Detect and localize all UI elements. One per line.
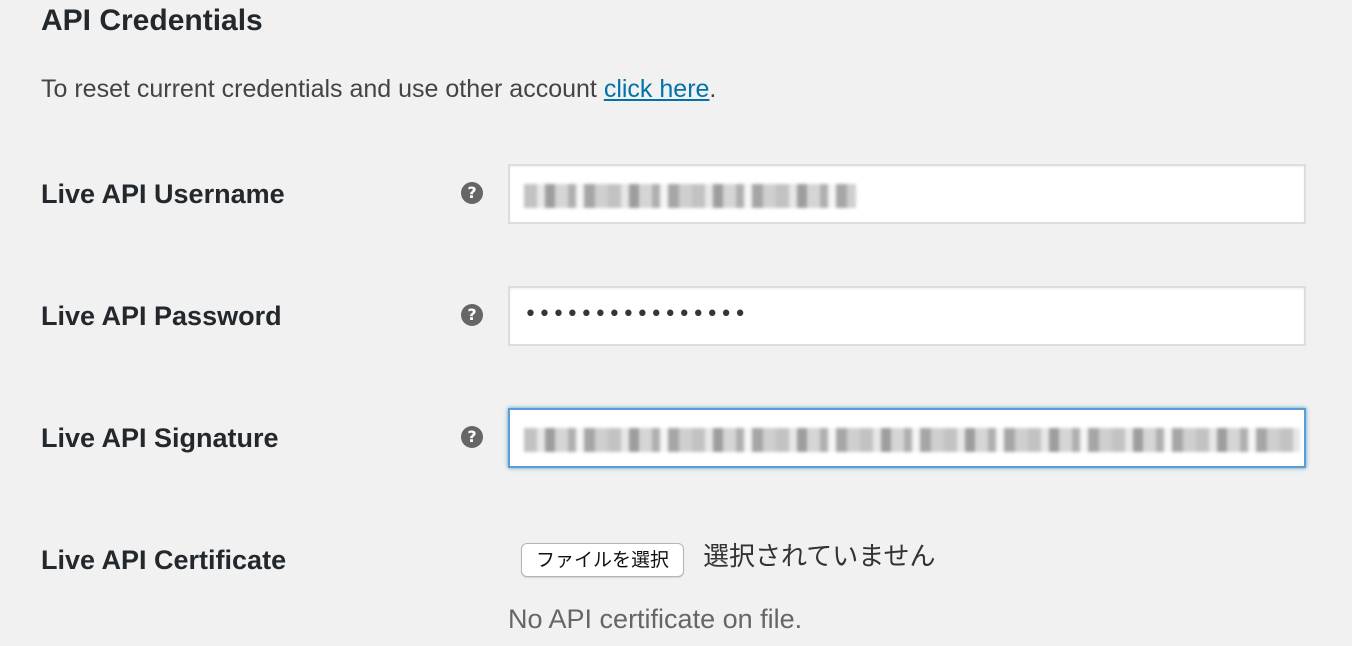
description-prefix: To reset current credentials and use oth…: [41, 75, 604, 103]
certificate-note: No API certificate on file.: [508, 604, 803, 634]
api-credentials-page: API Credentials To reset current credent…: [0, 0, 1352, 646]
click-here-link[interactable]: click here: [604, 75, 710, 103]
obscured-value: [524, 184, 856, 208]
file-status: 選択されていません: [703, 542, 936, 572]
obscured-value: [524, 428, 1300, 452]
question-circle-icon[interactable]: ?: [461, 304, 483, 326]
certificate-label: Live API Certificate: [41, 545, 287, 575]
signature-input[interactable]: [508, 408, 1306, 468]
choose-file-button[interactable]: ファイルを選択: [521, 543, 685, 577]
question-circle-icon[interactable]: ?: [461, 182, 483, 204]
password-value: ••••••••••••••••: [524, 302, 748, 327]
signature-label: Live API Signature: [41, 423, 279, 453]
password-input[interactable]: ••••••••••••••••: [508, 286, 1306, 346]
question-circle-icon[interactable]: ?: [461, 426, 483, 448]
username-input[interactable]: [508, 164, 1306, 224]
description-suffix: .: [709, 75, 717, 103]
reset-description: To reset current credentials and use oth…: [41, 71, 716, 107]
password-label: Live API Password: [41, 301, 282, 331]
section-title: API Credentials: [41, 4, 263, 37]
username-label: Live API Username: [41, 179, 285, 209]
